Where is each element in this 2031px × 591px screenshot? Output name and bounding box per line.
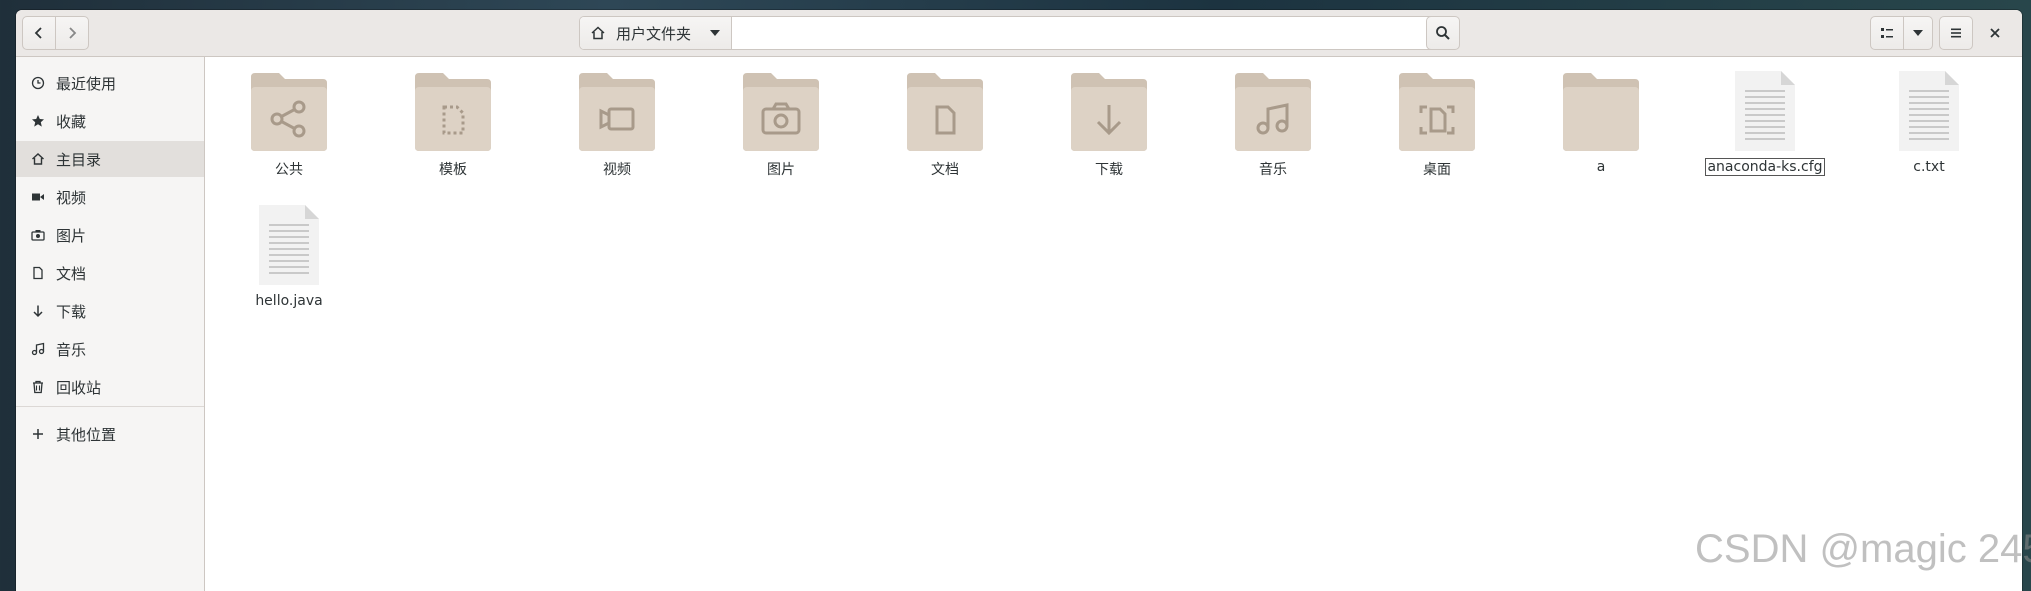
sidebar-item-other-locations[interactable]: 其他位置 [16, 416, 204, 452]
file-name: 视频 [603, 162, 631, 178]
file-name: 图片 [767, 162, 795, 178]
file-item[interactable]: anaconda-ks.cfg [1700, 71, 1830, 176]
close-icon [1990, 28, 2000, 38]
video-icon [32, 193, 44, 201]
sidebar-item-downloads[interactable]: 下载 [16, 293, 204, 329]
file-name: 文档 [931, 162, 959, 178]
sidebar-item-label: 视频 [56, 188, 87, 207]
sidebar-item-documents[interactable]: 文档 [16, 255, 204, 291]
folder-videos-icon [579, 73, 655, 151]
file-name: c.txt [1913, 159, 1945, 175]
folder-pictures-icon [743, 73, 819, 151]
file-view[interactable]: 公共 模板 视频 图片 文档 下载 音乐 桌面 a anaconda-ks.cf… [205, 57, 2022, 591]
sidebar-item-label: 回收站 [56, 378, 102, 397]
sidebar-item-starred[interactable]: 收藏 [16, 103, 204, 139]
music-icon [31, 342, 45, 356]
location-bar[interactable]: 用户文件夹 [579, 16, 1436, 50]
file-item[interactable]: 模板 [388, 71, 518, 179]
chevron-down-icon [1913, 30, 1923, 36]
file-item[interactable]: hello.java [224, 205, 354, 309]
hamburger-icon [1951, 28, 1961, 38]
home-icon [591, 26, 605, 40]
sidebar-item-trash[interactable]: 回收站 [16, 369, 204, 405]
search-button[interactable] [1426, 16, 1460, 50]
sidebar-item-recent[interactable]: 最近使用 [16, 65, 204, 101]
main-menu-button[interactable] [1939, 16, 1973, 50]
file-item[interactable]: 文档 [880, 71, 1010, 179]
sidebar-item-label: 音乐 [56, 340, 87, 359]
folder-icon [1563, 73, 1639, 151]
file-name: a [1596, 159, 1606, 175]
close-button[interactable] [1978, 16, 2012, 50]
text-file-icon [1735, 71, 1795, 151]
file-name: anaconda-ks.cfg [1705, 158, 1825, 176]
watermark: CSDN @magic 245 [1695, 527, 2031, 571]
folder-downloads-icon [1071, 73, 1147, 151]
chevron-down-icon [710, 30, 721, 36]
file-item[interactable]: a [1536, 71, 1666, 175]
folder-desktop-icon [1399, 73, 1475, 151]
path-button-home[interactable]: 用户文件夹 [580, 17, 732, 49]
sidebar-item-label: 最近使用 [56, 74, 117, 93]
file-name: 公共 [275, 162, 303, 178]
text-file-icon [1899, 71, 1959, 151]
file-item[interactable]: c.txt [1864, 71, 1994, 175]
download-icon [33, 305, 43, 318]
forward-button[interactable] [55, 16, 89, 50]
file-item[interactable]: 视频 [552, 71, 682, 179]
list-view-icon [1881, 28, 1893, 38]
view-toggle-button[interactable] [1870, 16, 1904, 50]
sidebar-item-label: 图片 [56, 226, 87, 245]
sidebar-item-videos[interactable]: 视频 [16, 179, 204, 215]
back-button[interactable] [22, 16, 56, 50]
home-icon [32, 153, 44, 165]
document-icon [33, 266, 43, 280]
file-name: hello.java [255, 293, 323, 309]
file-name: 模板 [439, 162, 467, 178]
sidebar-item-music[interactable]: 音乐 [16, 331, 204, 367]
text-file-icon [259, 205, 319, 285]
plus-icon [33, 429, 43, 439]
sidebar-item-label: 主目录 [56, 150, 102, 169]
clock-icon [31, 76, 45, 90]
file-name: 下载 [1095, 162, 1123, 178]
sidebar-item-label: 下载 [56, 302, 87, 321]
file-manager-window: 用户文件夹 最近使用 收藏 主目录 视频 图片 文档 下载 音乐 回收站 其他位… [16, 10, 2022, 591]
chevron-left-icon [34, 27, 42, 39]
path-label: 用户文件夹 [616, 24, 692, 43]
folder-documents-icon [907, 73, 983, 151]
sidebar: 最近使用 收藏 主目录 视频 图片 文档 下载 音乐 回收站 其他位置 [16, 57, 205, 591]
view-options-button[interactable] [1903, 16, 1933, 50]
chevron-right-icon [69, 27, 77, 39]
star-icon [32, 115, 44, 127]
trash-icon [33, 380, 43, 394]
sidebar-item-home[interactable]: 主目录 [16, 141, 204, 177]
folder-music-icon [1235, 73, 1311, 151]
file-item[interactable]: 音乐 [1208, 71, 1338, 179]
sidebar-item-pictures[interactable]: 图片 [16, 217, 204, 253]
header-bar: 用户文件夹 [16, 10, 2022, 57]
folder-templates-icon [415, 73, 491, 151]
sidebar-divider [16, 406, 204, 407]
camera-icon [31, 230, 45, 241]
file-item[interactable]: 桌面 [1372, 71, 1502, 179]
search-icon [1436, 26, 1450, 40]
sidebar-item-label: 收藏 [56, 112, 87, 131]
sidebar-item-label: 其他位置 [56, 425, 117, 444]
sidebar-item-label: 文档 [56, 264, 87, 283]
file-item[interactable]: 下载 [1044, 71, 1174, 179]
folder-public-icon [251, 73, 327, 151]
file-name: 桌面 [1423, 162, 1451, 178]
file-name: 音乐 [1259, 162, 1287, 178]
file-item[interactable]: 公共 [224, 71, 354, 179]
file-item[interactable]: 图片 [716, 71, 846, 179]
